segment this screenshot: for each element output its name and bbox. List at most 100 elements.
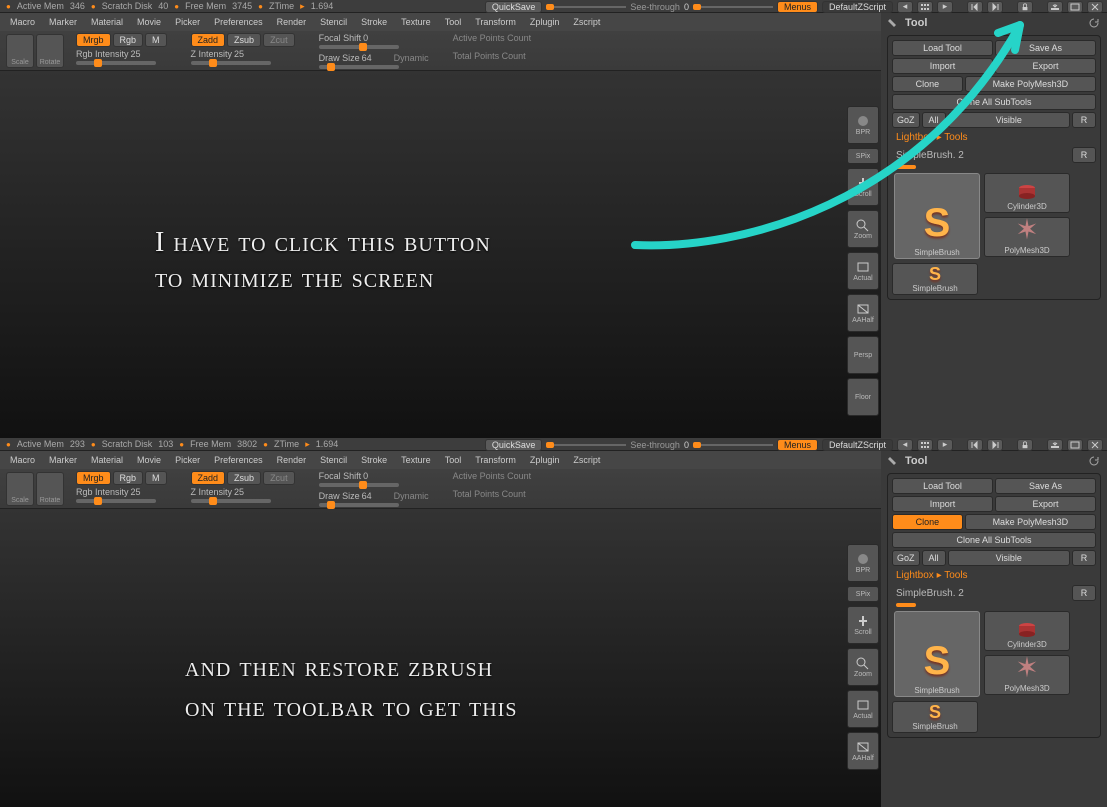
minimize-window-icon[interactable] — [1047, 439, 1063, 451]
menus-button[interactable]: Menus — [777, 1, 818, 13]
zsub-toggle[interactable]: Zsub — [227, 33, 261, 47]
clone-button[interactable]: Clone — [892, 76, 963, 92]
zoom-button[interactable]: Zoom — [847, 210, 879, 248]
minimize-window-icon[interactable] — [1047, 1, 1063, 13]
collapse-right-icon[interactable] — [987, 1, 1003, 13]
menu-stencil[interactable]: Stencil — [316, 15, 351, 29]
mrgb-toggle[interactable]: Mrgb — [76, 33, 111, 47]
import-button[interactable]: Import — [892, 496, 993, 512]
aahalf-button[interactable]: AAHalf — [847, 294, 879, 332]
menu-zplugin[interactable]: Zplugin — [526, 15, 564, 29]
menu-stroke[interactable]: Stroke — [357, 453, 391, 467]
close-window-icon[interactable] — [1087, 1, 1103, 13]
lock-icon[interactable] — [1017, 1, 1033, 13]
rgb-intensity-slider[interactable] — [76, 499, 156, 503]
z-intensity-slider[interactable] — [191, 499, 271, 503]
menu-picker[interactable]: Picker — [171, 453, 204, 467]
rgb-toggle[interactable]: Rgb — [113, 471, 144, 485]
bpr-button[interactable]: BPR — [847, 106, 879, 144]
next-nav-icon[interactable]: ▸ — [937, 439, 953, 451]
export-button[interactable]: Export — [995, 58, 1096, 74]
zadd-toggle[interactable]: Zadd — [191, 471, 226, 485]
default-zscript-button[interactable]: DefaultZScript — [822, 1, 893, 13]
draw-size-slider[interactable] — [319, 65, 399, 69]
menu-material[interactable]: Material — [87, 15, 127, 29]
rotate-tool[interactable]: Rotate — [36, 472, 64, 506]
menu-picker[interactable]: Picker — [171, 15, 204, 29]
load-tool-button[interactable]: Load Tool — [892, 478, 993, 494]
tool-thumb-polymesh3d[interactable]: ✶ PolyMesh3D — [984, 655, 1070, 695]
goz-r-button[interactable]: R — [1072, 112, 1096, 128]
rotate-tool[interactable]: Rotate — [36, 34, 64, 68]
tool-palette-header[interactable]: Tool — [881, 13, 1107, 33]
tool-thumb-simplebrush[interactable]: S SimpleBrush — [894, 173, 980, 259]
goz-button[interactable]: GoZ — [892, 112, 920, 128]
tool-thumb-cylinder3d[interactable]: Cylinder3D — [984, 611, 1070, 651]
goz-r-button[interactable]: R — [1072, 550, 1096, 566]
tool-r-button[interactable]: R — [1072, 585, 1096, 601]
prev-nav-icon[interactable]: ◂ — [897, 1, 913, 13]
save-as-button[interactable]: Save As — [995, 478, 1096, 494]
make-polymesh-button[interactable]: Make PolyMesh3D — [965, 76, 1096, 92]
rgb-toggle[interactable]: Rgb — [113, 33, 144, 47]
actual-button[interactable]: Actual — [847, 690, 879, 728]
actual-button[interactable]: Actual — [847, 252, 879, 290]
quicksave-slider[interactable] — [546, 4, 626, 10]
scale-tool[interactable]: Scale — [6, 34, 34, 68]
prev-nav-icon[interactable]: ◂ — [897, 439, 913, 451]
rgb-intensity-slider[interactable] — [76, 61, 156, 65]
export-button[interactable]: Export — [995, 496, 1096, 512]
goz-all-button[interactable]: All — [922, 550, 946, 566]
make-polymesh-button[interactable]: Make PolyMesh3D — [965, 514, 1096, 530]
floor-button[interactable]: Floor — [847, 378, 879, 416]
tool-thumb-cylinder3d[interactable]: Cylinder3D — [984, 173, 1070, 213]
m-toggle[interactable]: M — [145, 471, 167, 485]
menu-movie[interactable]: Movie — [133, 453, 165, 467]
menu-material[interactable]: Material — [87, 453, 127, 467]
lightbox-tools-link[interactable]: Lightbox ▸ Tools — [892, 130, 1096, 145]
tool-thumb-simplebrush[interactable]: S SimpleBrush — [894, 611, 980, 697]
clone-all-subtools-button[interactable]: Clone All SubTools — [892, 532, 1096, 548]
scroll-button[interactable]: Scroll — [847, 606, 879, 644]
see-through-slider[interactable] — [693, 4, 773, 10]
aahalf-button[interactable]: AAHalf — [847, 732, 879, 770]
menu-texture[interactable]: Texture — [397, 15, 435, 29]
draw-size-slider[interactable] — [319, 503, 399, 507]
import-button[interactable]: Import — [892, 58, 993, 74]
z-intensity-slider[interactable] — [191, 61, 271, 65]
focal-shift-slider[interactable] — [319, 483, 399, 487]
close-window-icon[interactable] — [1087, 439, 1103, 451]
menus-button[interactable]: Menus — [777, 439, 818, 451]
goz-visible-button[interactable]: Visible — [948, 550, 1070, 566]
bpr-button[interactable]: BPR — [847, 544, 879, 582]
mrgb-toggle[interactable]: Mrgb — [76, 471, 111, 485]
tool-r-button[interactable]: R — [1072, 147, 1096, 163]
menu-transform[interactable]: Transform — [471, 453, 520, 467]
menu-preferences[interactable]: Preferences — [210, 15, 267, 29]
grid-view-icon[interactable] — [917, 1, 933, 13]
spix-label[interactable]: SPix — [847, 148, 879, 164]
menu-macro[interactable]: Macro — [6, 15, 39, 29]
collapse-left-icon[interactable] — [967, 439, 983, 451]
maximize-window-icon[interactable] — [1067, 1, 1083, 13]
menu-preferences[interactable]: Preferences — [210, 453, 267, 467]
tool-palette-header[interactable]: Tool — [881, 451, 1107, 471]
menu-zplugin[interactable]: Zplugin — [526, 453, 564, 467]
goz-button[interactable]: GoZ — [892, 550, 920, 566]
menu-marker[interactable]: Marker — [45, 453, 81, 467]
tool-thumb-simplebrush-small[interactable]: S SimpleBrush — [892, 701, 978, 733]
quicksave-button[interactable]: QuickSave — [485, 1, 543, 13]
menu-movie[interactable]: Movie — [133, 15, 165, 29]
spix-label[interactable]: SPix — [847, 586, 879, 602]
refresh-icon[interactable] — [1087, 16, 1101, 30]
see-through-slider[interactable] — [693, 442, 773, 448]
menu-stencil[interactable]: Stencil — [316, 453, 351, 467]
lightbox-tools-link[interactable]: Lightbox ▸ Tools — [892, 568, 1096, 583]
menu-zscript[interactable]: Zscript — [569, 453, 604, 467]
menu-tool[interactable]: Tool — [441, 15, 466, 29]
clone-button[interactable]: Clone — [892, 514, 963, 530]
load-tool-button[interactable]: Load Tool — [892, 40, 993, 56]
next-nav-icon[interactable]: ▸ — [937, 1, 953, 13]
refresh-icon[interactable] — [1087, 454, 1101, 468]
menu-texture[interactable]: Texture — [397, 453, 435, 467]
